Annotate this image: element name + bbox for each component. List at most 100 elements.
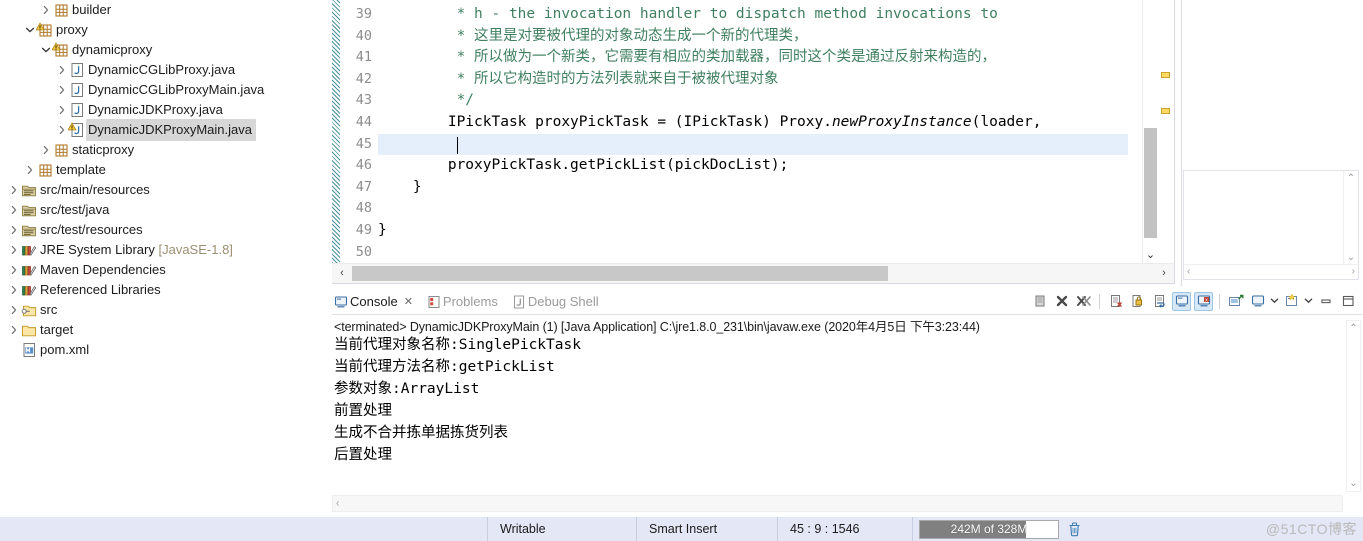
warning-marker[interactable] xyxy=(1161,72,1170,78)
console-output-line: 当前代理对象名称:SinglePickTask xyxy=(334,337,581,353)
chevron-right-icon[interactable] xyxy=(8,240,20,260)
tree-item-proxy[interactable]: proxy xyxy=(0,20,329,40)
tree-item-src-test-java[interactable]: src/test/java xyxy=(0,200,329,220)
close-icon[interactable]: ✕ xyxy=(404,295,413,308)
tree-item-staticproxy[interactable]: staticproxy xyxy=(0,140,329,160)
trash-icon[interactable] xyxy=(1065,521,1083,537)
chevron-right-icon[interactable] xyxy=(8,300,20,320)
console-output-line: 前置处理 xyxy=(334,403,392,419)
clear-button[interactable] xyxy=(1106,292,1125,311)
scrollbar-thumb[interactable] xyxy=(1144,128,1157,238)
tree-item-dynamiccglibproxy-java[interactable]: DynamicCGLibProxy.java xyxy=(0,60,329,80)
terminate-button[interactable] xyxy=(1052,292,1071,311)
open-console-button[interactable] xyxy=(1282,292,1301,311)
tree-item-dynamiccglibproxymain-java[interactable]: DynamicCGLibProxyMain.java xyxy=(0,80,329,100)
tree-item-label: Referenced Libraries xyxy=(40,282,161,297)
editor-horizontal-scrollbar[interactable]: ‹ › xyxy=(332,263,1174,283)
chevron-right-icon[interactable] xyxy=(56,120,68,140)
tree-item-referenced-libraries[interactable]: Referenced Libraries xyxy=(0,280,329,300)
chevron-right-icon[interactable] xyxy=(40,0,52,20)
tree-item-label: target xyxy=(40,322,74,337)
console-output[interactable]: 当前代理对象名称:SinglePickTask 当前代理方法名称:getPickL… xyxy=(332,334,1341,492)
chevron-right-icon[interactable] xyxy=(8,280,20,300)
outline-view[interactable]: ⌃ ⌄ ‹ › xyxy=(1181,0,1363,286)
show-console-on-error-button[interactable]: x xyxy=(1194,291,1213,311)
status-left-spacer xyxy=(0,517,487,541)
tree-item-target[interactable]: target xyxy=(0,320,329,340)
tree-item-label: DynamicJDKProxyMain.java xyxy=(88,122,252,137)
warning-marker[interactable] xyxy=(1161,108,1170,114)
status-insert-mode: Smart Insert xyxy=(649,522,718,536)
code-line: IPickTask proxyPickTask = (IPickTask) Pr… xyxy=(378,113,1042,130)
heap-status-bar[interactable]: 242M of 328M xyxy=(919,519,1059,539)
scroll-left-arrow-icon[interactable]: ‹ xyxy=(336,496,339,511)
remove-all-terminated-button[interactable] xyxy=(1074,292,1093,311)
chevron-down-icon[interactable] xyxy=(40,40,52,60)
scroll-right-arrow-icon[interactable]: › xyxy=(1157,265,1171,282)
chevron-right-icon[interactable] xyxy=(56,60,68,80)
tree-item-dynamicjdkproxymain-java[interactable]: DynamicJDKProxyMain.java xyxy=(0,119,329,141)
tree-item-template[interactable]: template xyxy=(0,160,329,180)
chevron-right-icon[interactable] xyxy=(8,200,20,220)
tree-item-label-box: Maven Dependencies xyxy=(38,259,170,281)
console-horizontal-scrollbar[interactable]: ‹ xyxy=(332,495,1343,512)
tree-item-builder[interactable]: builder xyxy=(0,0,329,20)
outline-vertical-scrollbar[interactable]: ⌃ ⌄ xyxy=(1343,171,1358,265)
scroll-down-arrow-icon[interactable]: ⌄ xyxy=(1344,252,1358,263)
minimize-button[interactable] xyxy=(1316,292,1335,311)
scroll-down-arrow-icon[interactable]: ⌄ xyxy=(1347,478,1360,489)
editor-vertical-scrollbar[interactable]: ⌄ xyxy=(1142,0,1158,263)
tree-item-dynamicproxy[interactable]: dynamicproxy xyxy=(0,40,329,60)
chevron-right-icon[interactable] xyxy=(24,160,36,180)
scrollbar-thumb[interactable] xyxy=(352,266,888,281)
tree-item-label: staticproxy xyxy=(72,142,135,157)
tree-item-dynamicjdkproxy-java[interactable]: DynamicJDKProxy.java xyxy=(0,100,329,120)
java-file-icon xyxy=(68,80,86,100)
chevron-right-icon[interactable] xyxy=(8,180,20,200)
tree-item-jre-system-library[interactable]: JRE System Library [JavaSE-1.8] xyxy=(0,240,329,260)
source-folder-icon xyxy=(20,200,38,220)
console-vertical-scrollbar[interactable]: ⌃ ⌄ xyxy=(1346,320,1361,492)
pin-console-button[interactable] xyxy=(1226,292,1245,311)
package-explorer-tree[interactable]: builder proxy dynamicproxy DynamicCGLibProx… xyxy=(0,0,329,518)
chevron-right-icon[interactable] xyxy=(8,260,20,280)
chevron-right-icon[interactable] xyxy=(8,320,20,340)
tree-item-src[interactable]: src xyxy=(0,300,329,320)
tab-console[interactable]: Console ✕ xyxy=(332,291,413,312)
editor-overview-ruler[interactable] xyxy=(1159,0,1173,263)
chevron-right-icon[interactable] xyxy=(56,80,68,100)
tab-problems[interactable]: Problems xyxy=(425,291,498,312)
tree-item-maven-dependencies[interactable]: Maven Dependencies xyxy=(0,260,329,280)
clear-console-button[interactable] xyxy=(1030,292,1049,311)
tree-item-src-main-resources[interactable]: src/main/resources xyxy=(0,180,329,200)
tree-item-src-test-resources[interactable]: src/test/resources xyxy=(0,220,329,240)
chevron-down-icon[interactable] xyxy=(1304,297,1313,306)
chevron-right-icon[interactable] xyxy=(56,100,68,120)
chevron-down-icon[interactable] xyxy=(24,20,36,40)
show-console-on-output-button[interactable] xyxy=(1172,291,1191,311)
scroll-down-arrow-icon[interactable]: ⌄ xyxy=(1143,248,1158,261)
chevron-right-icon[interactable] xyxy=(40,140,52,160)
maximize-button[interactable] xyxy=(1338,292,1357,311)
chevron-down-icon[interactable] xyxy=(1270,297,1279,306)
code-text-area[interactable]: * h - the invocation handler to dispatch… xyxy=(378,0,1128,263)
outline-inner-panel[interactable]: ⌃ ⌄ ‹ › xyxy=(1183,170,1359,280)
scroll-right-arrow-icon[interactable]: › xyxy=(1352,265,1355,279)
chevron-right-icon[interactable] xyxy=(8,220,20,240)
scroll-lock-button[interactable] xyxy=(1128,292,1147,311)
console-output-line: 生成不合并拣单据拣货列表 xyxy=(334,425,508,441)
outline-horizontal-scrollbar[interactable]: ‹ › xyxy=(1184,264,1358,279)
tree-item-label-box: JRE System Library [JavaSE-1.8] xyxy=(38,239,237,261)
scroll-left-arrow-icon[interactable]: ‹ xyxy=(1187,265,1190,279)
toolbar-separator xyxy=(1099,293,1100,309)
tab-debug-shell[interactable]: Debug Shell xyxy=(510,291,599,312)
tree-item-pom-xml[interactable]: pom.xml xyxy=(0,340,329,360)
code-line: proxyPickTask.getPickList(pickDocList); xyxy=(378,157,789,174)
library-icon xyxy=(20,280,38,300)
word-wrap-button[interactable] xyxy=(1150,292,1169,311)
display-selected-console-button[interactable] xyxy=(1248,292,1267,311)
scroll-up-arrow-icon[interactable]: ⌃ xyxy=(1344,173,1358,184)
tree-item-label: src xyxy=(40,302,58,317)
scroll-up-arrow-icon[interactable]: ⌃ xyxy=(1347,323,1360,334)
scroll-left-arrow-icon[interactable]: ‹ xyxy=(335,265,349,282)
